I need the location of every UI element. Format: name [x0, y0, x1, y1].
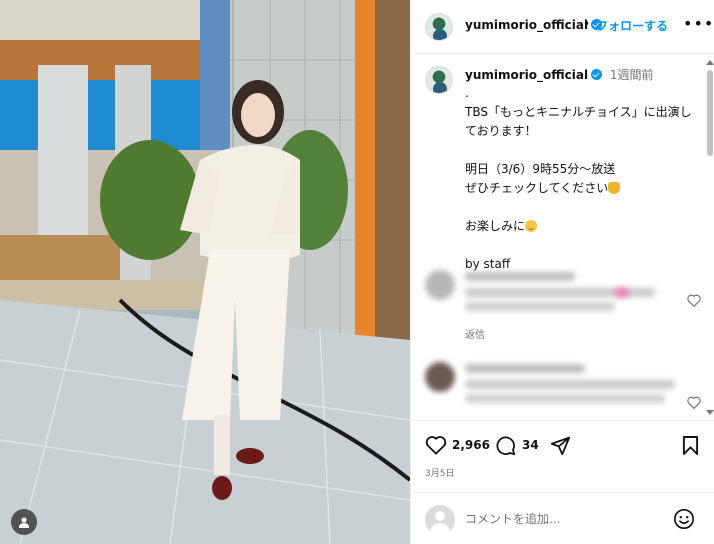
post-photo-image [0, 0, 410, 544]
caption-header: yumimorio_official 1週間前 [465, 66, 654, 83]
comment-emoji-blurred [615, 288, 629, 297]
post-date[interactable]: 3月5日 [425, 466, 454, 479]
comment-avatar [425, 270, 455, 300]
share-icon[interactable] [550, 435, 571, 456]
comment-avatar [425, 362, 455, 392]
emoji-icon[interactable] [673, 508, 695, 530]
like-count[interactable]: 2,966 [452, 438, 490, 452]
smile-emoji-icon [525, 220, 538, 232]
caption-line-fun: お楽しみに [465, 219, 526, 233]
bookmark-icon[interactable] [682, 435, 699, 456]
comment-author-blurred [465, 364, 585, 373]
caption-time[interactable]: 1週間前 [610, 68, 654, 82]
post-header: yumimorio_official • フォローする ••• [411, 0, 714, 54]
current-user-avatar [425, 505, 455, 535]
pray-emoji-icon [608, 182, 621, 194]
scrollbar[interactable] [706, 60, 714, 416]
caption-by: by staff [465, 257, 511, 271]
comment-icon[interactable] [495, 435, 516, 456]
scrollbar-thumb[interactable] [707, 70, 713, 156]
add-comment-bar [411, 492, 714, 544]
separator-dot: • [583, 17, 591, 31]
comment-count[interactable]: 34 [522, 438, 539, 452]
heart-icon[interactable] [687, 396, 701, 409]
user-icon [19, 517, 29, 528]
heart-icon[interactable] [687, 294, 701, 307]
comment-text-blurred [465, 380, 675, 389]
heart-icon[interactable] [425, 435, 447, 455]
caption-text: . TBS「もっとキニナルチョイス」に出演しております！ 明日（3/6）9時55… [465, 84, 695, 274]
caption-username[interactable]: yumimorio_official [465, 68, 588, 82]
caption-author-avatar[interactable] [425, 66, 453, 94]
comment-author-blurred [465, 272, 575, 281]
comment-text-blurred [465, 302, 615, 311]
post-photo[interactable] [0, 0, 410, 544]
author-username-text[interactable]: yumimorio_official [465, 18, 588, 32]
reply-button[interactable]: 返信 [465, 326, 485, 341]
author-username[interactable]: yumimorio_official [465, 18, 603, 32]
comment-input[interactable] [465, 509, 665, 529]
more-options-button[interactable]: ••• [683, 14, 714, 33]
post-side-panel: yumimorio_official • フォローする ••• yumimori… [410, 0, 714, 544]
caption-body: . TBS「もっとキニナルチョイス」に出演しております！ 明日（3/6）9時55… [465, 86, 692, 195]
scroll-down-arrow-icon[interactable] [706, 410, 714, 415]
comment-text-blurred [465, 394, 665, 403]
author-avatar[interactable] [425, 13, 453, 41]
scroll-up-arrow-icon[interactable] [706, 60, 714, 65]
verified-badge-icon [591, 69, 603, 80]
follow-button[interactable]: フォローする [596, 17, 668, 34]
tagged-users-button[interactable] [11, 509, 37, 535]
action-bar: 2,966 34 3月5日 [411, 420, 714, 492]
